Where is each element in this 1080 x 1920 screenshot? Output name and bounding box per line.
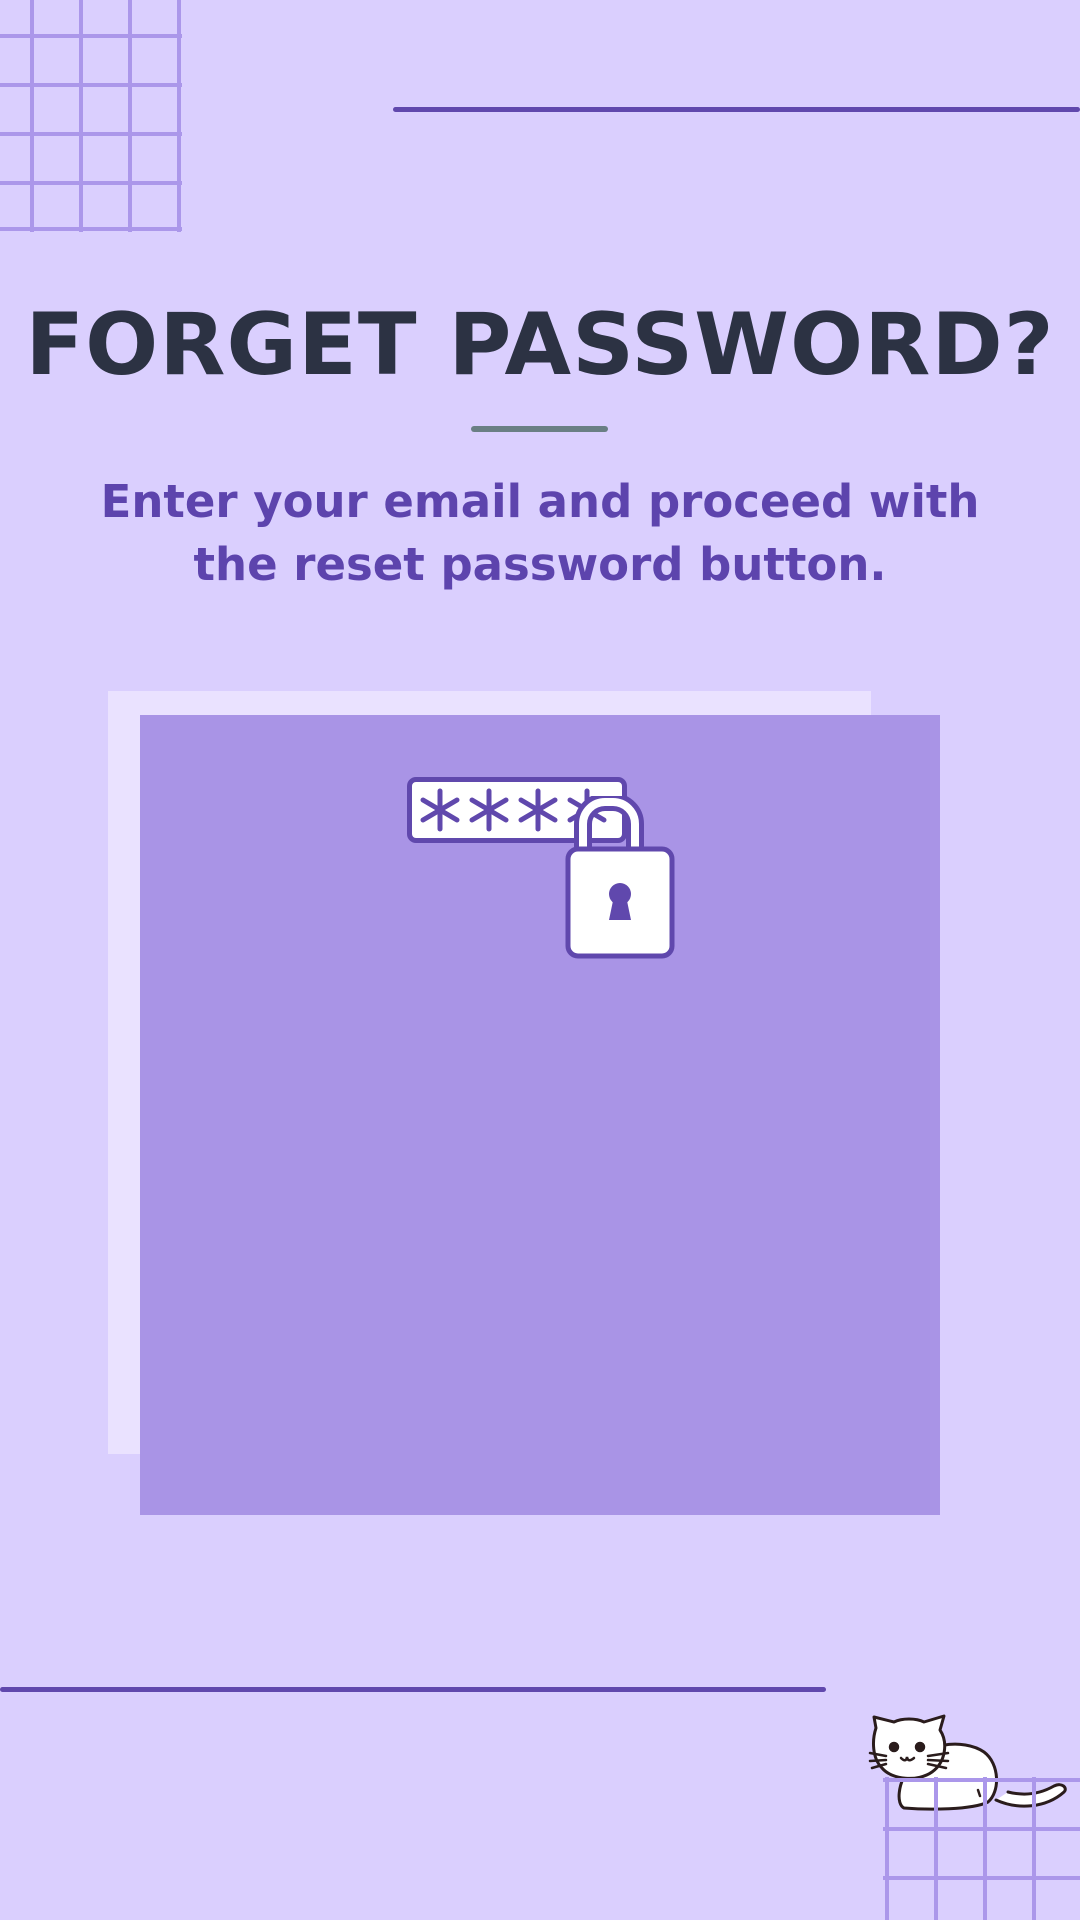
decorative-grid-top-left (0, 0, 182, 232)
title-divider (471, 426, 608, 432)
page-subtitle: Enter your email and proceed with the re… (100, 470, 980, 596)
subtitle-line-1: Enter your email and proceed with (100, 475, 980, 528)
subtitle-line-2: the reset password button. (193, 538, 887, 591)
decorative-line-top (393, 107, 1080, 112)
decorative-line-bottom (0, 1687, 826, 1692)
page-title: FORGET PASSWORD? (25, 295, 1055, 395)
keyhole-icon (609, 883, 631, 920)
padlock-icon (565, 796, 675, 959)
decorative-grid-bottom-right (883, 1777, 1080, 1920)
